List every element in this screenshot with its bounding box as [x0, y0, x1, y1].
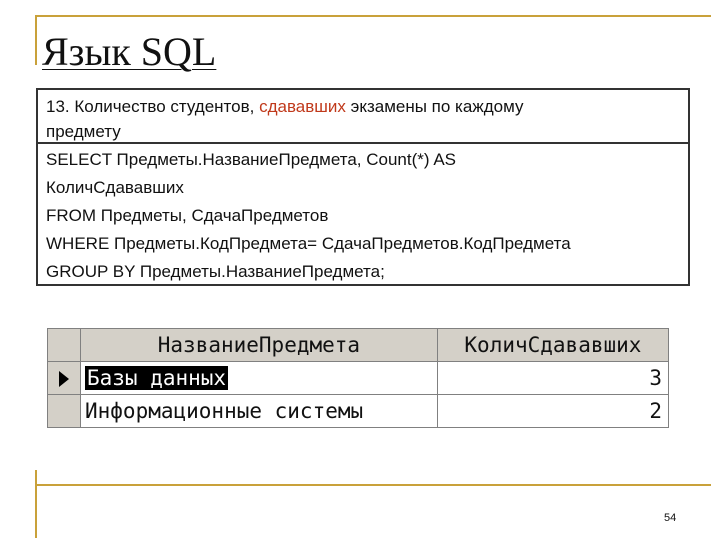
- grid-corner[interactable]: [47, 328, 81, 362]
- table-row[interactable]: Информационные системы 2: [47, 394, 670, 428]
- result-grid: НазваниеПредмета КоличСдававших Базы дан…: [47, 328, 670, 428]
- sql-line: КоличСдававших: [46, 178, 184, 197]
- sql-line: GROUP BY Предметы.НазваниеПредмета;: [46, 262, 385, 281]
- bottom-rule: [35, 484, 711, 486]
- row-selector[interactable]: [47, 394, 81, 428]
- current-record-arrow-icon: [59, 371, 69, 387]
- column-header-count[interactable]: КоличСдававших: [436, 328, 670, 362]
- table-row[interactable]: Базы данных 3: [47, 361, 670, 395]
- sql-code-box: SELECT Предметы.НазваниеПредмета, Count(…: [36, 144, 690, 286]
- query-heading-box: 13. Количество студентов, сдававших экза…: [36, 88, 690, 144]
- query-heading-line2: предмету: [46, 122, 121, 141]
- cell-subject-name[interactable]: Базы данных: [80, 361, 438, 395]
- left-rule-bottom: [35, 470, 37, 538]
- grid-header-row: НазваниеПредмета КоличСдававших: [47, 328, 670, 362]
- cell-subject-name[interactable]: Информационные системы: [80, 394, 438, 428]
- top-rule: [35, 15, 711, 17]
- row-selector[interactable]: [47, 361, 81, 395]
- query-heading-line1: 13. Количество студентов, сдававших экза…: [46, 97, 524, 116]
- sql-line: SELECT Предметы.НазваниеПредмета, Count(…: [46, 150, 457, 169]
- slide-title: Язык SQL: [42, 29, 217, 74]
- page-number: 54: [664, 512, 677, 524]
- column-header-name[interactable]: НазваниеПредмета: [80, 328, 438, 362]
- sql-line: WHERE Предметы.КодПредмета= СдачаПредмет…: [46, 234, 571, 253]
- cell-count[interactable]: 2: [436, 394, 670, 428]
- highlight-word: сдававших: [259, 97, 346, 116]
- left-rule-top: [35, 15, 37, 65]
- sql-line: FROM Предметы, СдачаПредметов: [46, 206, 329, 225]
- cell-count[interactable]: 3: [436, 361, 670, 395]
